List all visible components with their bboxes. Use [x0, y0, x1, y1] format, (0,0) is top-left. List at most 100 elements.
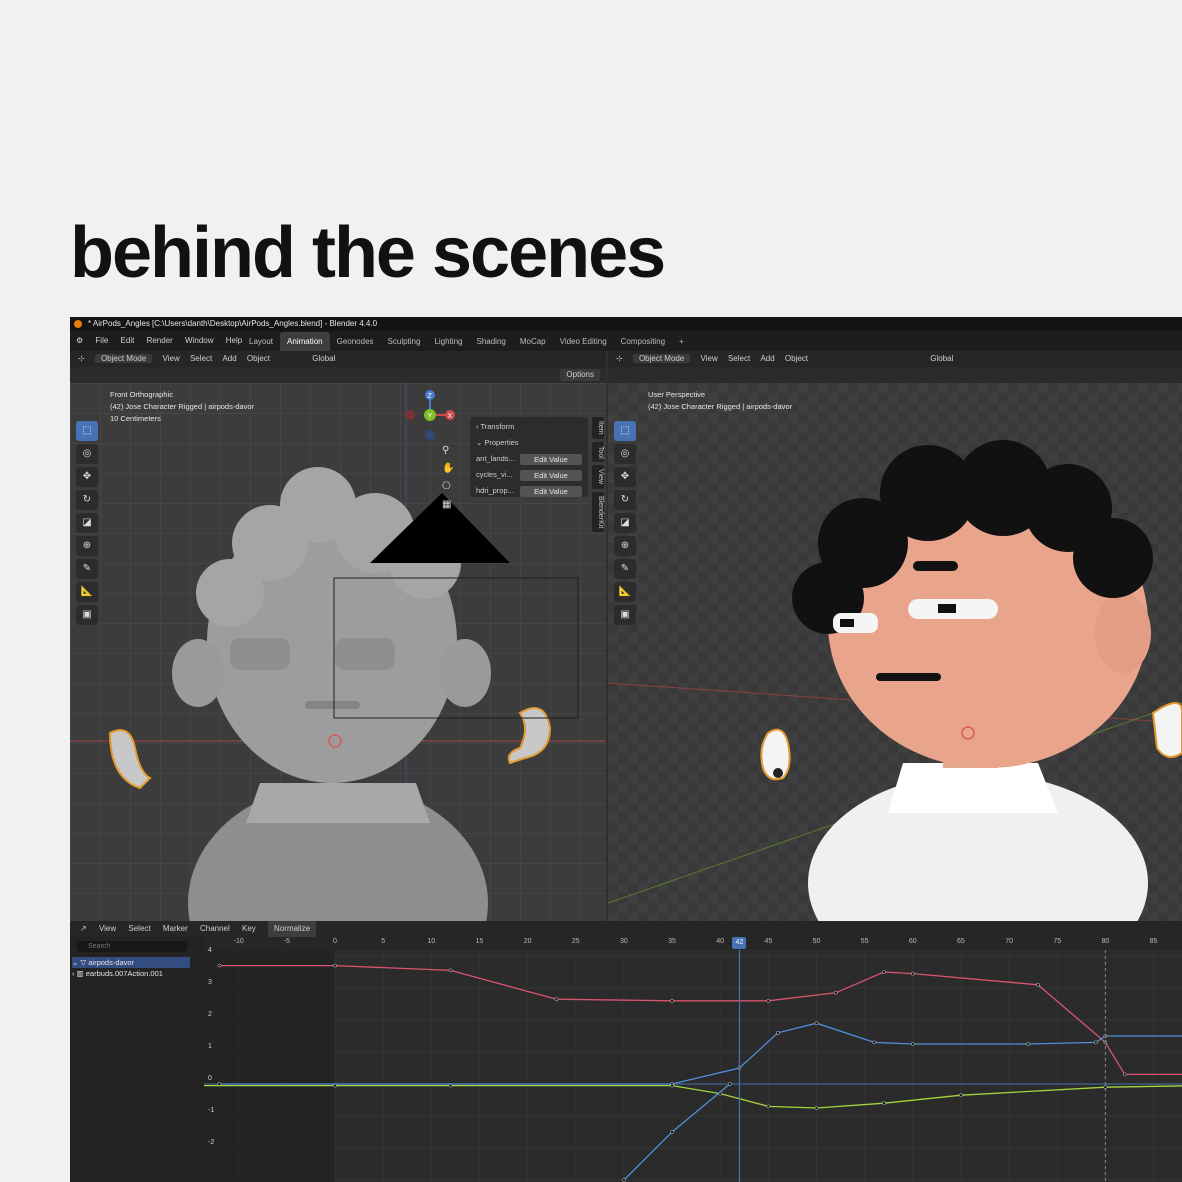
menu-view[interactable]: View	[701, 354, 718, 363]
left-viewport[interactable]: ⊹ Object Mode View Select Add Object Glo…	[70, 351, 606, 921]
menu-edit[interactable]: Edit	[121, 336, 135, 345]
zoom-icon[interactable]: ⚲	[442, 445, 449, 456]
frame-tick: 55	[860, 938, 869, 945]
rotate-tool-icon[interactable]: ↻	[614, 490, 636, 510]
menu-file[interactable]: File	[95, 336, 108, 345]
editor-type-icon[interactable]: ⊹	[78, 354, 85, 363]
menu-add[interactable]: Add	[760, 354, 774, 363]
orientation-dropdown[interactable]: Global	[312, 354, 335, 363]
right-toolbar: ⬚ ◎ ✥ ↻ ◪ ⊕ ✎ 📐 ▣	[614, 421, 636, 628]
value-tick: 1	[208, 1043, 212, 1050]
menu-add[interactable]: Add	[222, 354, 236, 363]
object-mode-dropdown[interactable]: Object Mode	[632, 354, 691, 363]
editor-type-icon[interactable]: ⊹	[616, 354, 623, 363]
keyframe-point	[448, 1083, 453, 1088]
add-workspace-button[interactable]: +	[672, 332, 691, 351]
menu-select[interactable]: Select	[128, 924, 150, 933]
edit-value-button[interactable]: Edit Value	[520, 454, 582, 465]
channel-search-input[interactable]: Search	[76, 941, 188, 952]
window-title: * AirPods_Angles [C:\Users\danth\Desktop…	[88, 319, 378, 328]
blender-window: * AirPods_Angles [C:\Users\danth\Desktop…	[70, 317, 1182, 1182]
scale-tool-icon[interactable]: ◪	[76, 513, 98, 533]
tab-video-editing[interactable]: Video Editing	[553, 332, 614, 351]
normalize-toggle[interactable]: Normalize	[268, 921, 317, 937]
menu-window[interactable]: Window	[185, 336, 213, 345]
sidebar-tabs: Item Tool View BlenderKit	[592, 417, 604, 535]
tab-view[interactable]: View	[592, 465, 604, 489]
annotate-tool-icon[interactable]: ✎	[76, 559, 98, 579]
scale-tool-icon[interactable]: ◪	[614, 513, 636, 533]
menu-object[interactable]: Object	[785, 354, 808, 363]
tab-mocap[interactable]: MoCap	[513, 332, 553, 351]
frame-ruler[interactable]: -10 -5 0 5 10 15 20 25 30 35 40 45 50 55 60 65 70 75 80 85 4…	[204, 937, 1182, 950]
active-object-info: (42) Jose Character Rigged | airpods-dav…	[110, 402, 255, 411]
transform-tool-icon[interactable]: ⊕	[76, 536, 98, 556]
select-box-tool-icon[interactable]: ⬚	[614, 421, 636, 441]
current-frame-indicator[interactable]: 42	[732, 937, 747, 949]
orientation-dropdown[interactable]: Global	[930, 354, 953, 363]
move-tool-icon[interactable]: ✥	[76, 467, 98, 487]
keyframe-point	[833, 990, 838, 995]
perspective-grid-icon[interactable]: ▦	[442, 499, 451, 510]
tab-geonodes[interactable]: Geonodes	[330, 332, 381, 351]
menu-view[interactable]: View	[163, 354, 180, 363]
cursor-tool-icon[interactable]: ◎	[614, 444, 636, 464]
menu-render[interactable]: Render	[147, 336, 173, 345]
annotate-tool-icon[interactable]: ✎	[614, 559, 636, 579]
tab-animation[interactable]: Animation	[280, 332, 330, 351]
frame-tick: 20	[523, 938, 532, 945]
pan-hand-icon[interactable]: ✋	[442, 463, 454, 474]
select-box-tool-icon[interactable]: ⬚	[76, 421, 98, 441]
tab-compositing[interactable]: Compositing	[614, 332, 672, 351]
view-name: Front Orthographic	[110, 390, 173, 399]
tab-blenderkit[interactable]: BlenderKit	[592, 491, 604, 532]
add-cube-tool-icon[interactable]: ▣	[614, 605, 636, 625]
camera-icon[interactable]: ⎔	[442, 481, 451, 492]
graph-plot-area[interactable]: -10 -5 0 5 10 15 20 25 30 35 40 45 50 55 60 65 70 75 80 85 4…	[204, 937, 1182, 1182]
menu-select[interactable]: Select	[190, 354, 212, 363]
menu-view[interactable]: View	[99, 924, 116, 933]
navigation-gizmo[interactable]: Z Y X	[398, 387, 458, 443]
editor-type-icon[interactable]: ↗	[80, 924, 87, 933]
menu-key[interactable]: Key	[242, 924, 256, 933]
frame-tick: 15	[475, 938, 484, 945]
measure-tool-icon[interactable]: 📐	[76, 582, 98, 602]
rotate-tool-icon[interactable]: ↻	[76, 490, 98, 510]
options-button[interactable]: Options	[560, 369, 600, 381]
menu-channel[interactable]: Channel	[200, 924, 230, 933]
transform-section[interactable]: › Transform	[476, 421, 514, 433]
move-tool-icon[interactable]: ✥	[614, 467, 636, 487]
edit-value-button[interactable]: Edit Value	[520, 470, 582, 481]
tab-tool[interactable]: Tool	[592, 441, 604, 463]
tab-shading[interactable]: Shading	[469, 332, 512, 351]
menu-object[interactable]: Object	[247, 354, 270, 363]
tab-layout[interactable]: Layout	[242, 332, 280, 351]
frame-tick: 25	[571, 938, 580, 945]
value-tick: -1	[208, 1107, 215, 1114]
transform-tool-icon[interactable]: ⊕	[614, 536, 636, 556]
properties-section[interactable]: ⌄ Properties	[476, 437, 519, 449]
cursor-tool-icon[interactable]: ◎	[76, 444, 98, 464]
menu-help[interactable]: Help	[226, 336, 242, 345]
menu-select[interactable]: Select	[728, 354, 750, 363]
tab-item[interactable]: Item	[592, 417, 604, 439]
keyframe-point	[217, 963, 222, 968]
keyframe-point	[670, 1130, 674, 1134]
object-mode-dropdown[interactable]: Object Mode	[94, 354, 153, 363]
tab-lighting[interactable]: Lighting	[427, 332, 469, 351]
menu-marker[interactable]: Marker	[163, 924, 188, 933]
channel-action[interactable]: › ▥ earbuds.007Action.001	[72, 968, 163, 979]
tab-sculpting[interactable]: Sculpting	[381, 332, 428, 351]
frame-tick: 30	[619, 938, 628, 945]
channel-object[interactable]: ⌄ ▽ airpods-davor	[72, 957, 190, 968]
keyframe-point	[727, 1082, 732, 1086]
measure-tool-icon[interactable]: 📐	[614, 582, 636, 602]
blender-menu-icon[interactable]: ⚙	[76, 336, 83, 345]
grid-scale: 10 Centimeters	[110, 414, 161, 423]
right-viewport[interactable]: ⊹ Object Mode View Select Add Object Glo…	[608, 351, 1182, 921]
edit-value-button[interactable]: Edit Value	[520, 486, 582, 497]
keyframe-point	[448, 968, 453, 973]
add-cube-tool-icon[interactable]: ▣	[76, 605, 98, 625]
pre-range-shade	[204, 950, 335, 1182]
keyframe-point	[1122, 1072, 1127, 1077]
